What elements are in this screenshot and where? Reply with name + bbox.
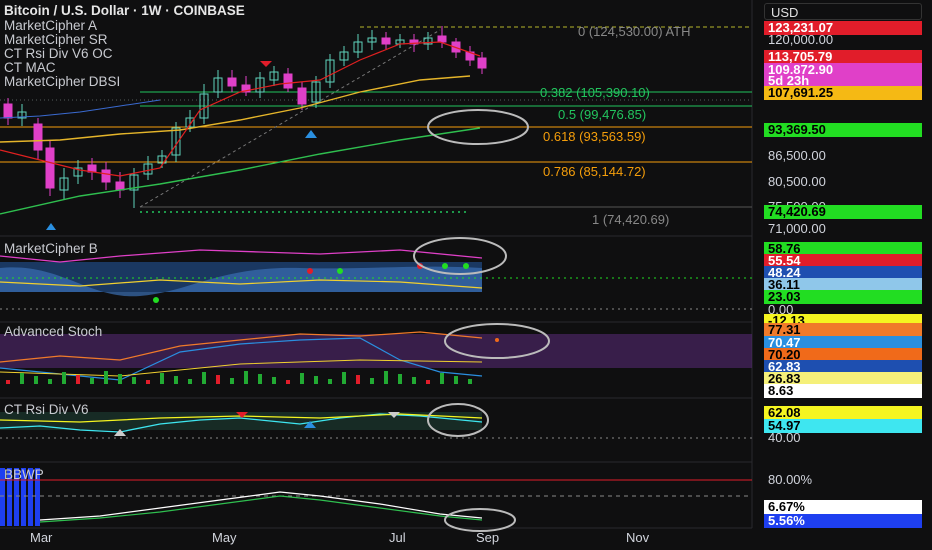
x-axis-label-jul: Jul [389,530,406,545]
mcb-dot [463,263,469,269]
candle-body [33,123,43,151]
stoch-histogram-bar [34,376,38,384]
stoch-histogram-bar [342,372,346,384]
pane-value-tag: 8.63 [764,384,922,398]
pane-title-bbwp[interactable]: BBWP [4,467,44,483]
stoch-histogram-bar [454,376,458,384]
price-axis-tag: 80,500.00 [768,174,826,189]
indicator-label-marketcipher-dbsi[interactable]: MarketCipher DBSI [4,74,120,90]
mcb-dot [307,268,313,274]
mcb-dot [442,263,448,269]
candle-body [283,73,293,89]
fib-trend-line [139,29,441,208]
x-axis-label-nov: Nov [626,530,650,545]
stoch-histogram-bar [20,373,24,384]
pane-title-ct-rsi-div[interactable]: CT Rsi Div V6 [4,402,89,418]
stoch-dot [495,338,499,342]
stoch-histogram-bar [104,371,108,384]
fib-ath-label: 0 (124,530.00) ATH [578,24,691,39]
x-axis-label-mar: Mar [30,530,53,545]
symbol-title[interactable]: Bitcoin / U.S. Dollar · 1W · COINBASE [4,3,245,19]
price-axis-tag: 86,500.00 [768,148,826,163]
currency-selector[interactable]: USD [764,3,922,20]
stoch-histogram-bar [398,374,402,384]
buy-marker [305,130,317,138]
pane-value-tag: 40.00 [768,430,801,445]
stoch-overbought-zone [0,334,752,368]
x-axis-label-may: May [212,530,237,545]
fib-label-0618: 0.618 (93,563.59) [543,129,646,144]
candle-body [297,87,307,105]
stoch-histogram-bar [286,380,290,384]
stoch-histogram-bar [90,378,94,384]
buy-marker [46,223,56,230]
stoch-histogram-bar [146,380,150,384]
ma-line-green [0,127,481,215]
price-axis-tag: 120,000.00 [768,32,834,47]
stoch-histogram-bar [328,379,332,384]
stoch-histogram-bar [76,375,80,384]
stoch-histogram-bar [6,380,10,384]
stoch-histogram-bar [160,373,164,384]
x-axis-label-sep: Sep [476,530,500,545]
stoch-histogram-bar [356,375,360,384]
price-axis-tag: 93,369.50 [764,123,922,137]
stoch-histogram-bar [230,378,234,384]
candle-body [477,57,487,69]
pane-value-tag: 80.00% [768,472,813,487]
stoch-histogram-bar [216,375,220,384]
candle-body [101,169,111,183]
pane-value-tag: 5.56% [764,514,922,528]
stoch-histogram-bar [468,379,472,384]
candle-body [3,103,13,119]
stoch-histogram-bar [440,373,444,384]
mcb-dot [337,268,343,274]
stoch-histogram-bar [384,371,388,384]
candle-body [227,77,237,87]
stoch-histogram-bar [202,372,206,384]
stoch-histogram-bar [370,378,374,384]
stoch-histogram-bar [258,374,262,384]
stoch-histogram-bar [426,380,430,384]
fib-label-05: 0.5 (99,476.85) [558,107,647,122]
stoch-histogram-bar [244,371,248,384]
bbwp-line-green [39,495,483,523]
stoch-histogram-bar [188,379,192,384]
rsi-divergence-marker [114,429,126,436]
stoch-histogram-bar [174,376,178,384]
stoch-histogram-bar [62,372,66,384]
fib-label-1: 1 (74,420.69) [592,212,670,227]
pane-title-advanced-stoch[interactable]: Advanced Stoch [4,324,102,340]
candle-body [381,37,391,45]
candle-body [115,181,125,191]
candle-body [45,147,55,189]
stoch-histogram-bar [132,377,136,384]
price-axis-tag: 71,000.00 [768,221,826,236]
sell-marker [260,61,272,67]
stoch-histogram-bar [272,377,276,384]
ma-line-red [0,41,481,177]
price-axis-tag: 107,691.25 [764,86,922,100]
fib-label-0786: 0.786 (85,144.72) [543,164,646,179]
candle-body [437,35,447,43]
stoch-histogram-bar [300,373,304,384]
fib-label-0382: 0.382 (105,390.10) [540,85,650,100]
ma-line-blue [0,99,161,119]
pane-title-marketcipher-b[interactable]: MarketCipher B [4,241,98,257]
pane-value-tag: 6.67% [764,500,922,514]
stoch-histogram-bar [118,374,122,384]
stoch-histogram-bar [314,376,318,384]
price-axis-tag: 74,420.69 [764,205,922,219]
mcb-dot [153,297,159,303]
stoch-histogram-bar [412,377,416,384]
stoch-histogram-bar [48,379,52,384]
